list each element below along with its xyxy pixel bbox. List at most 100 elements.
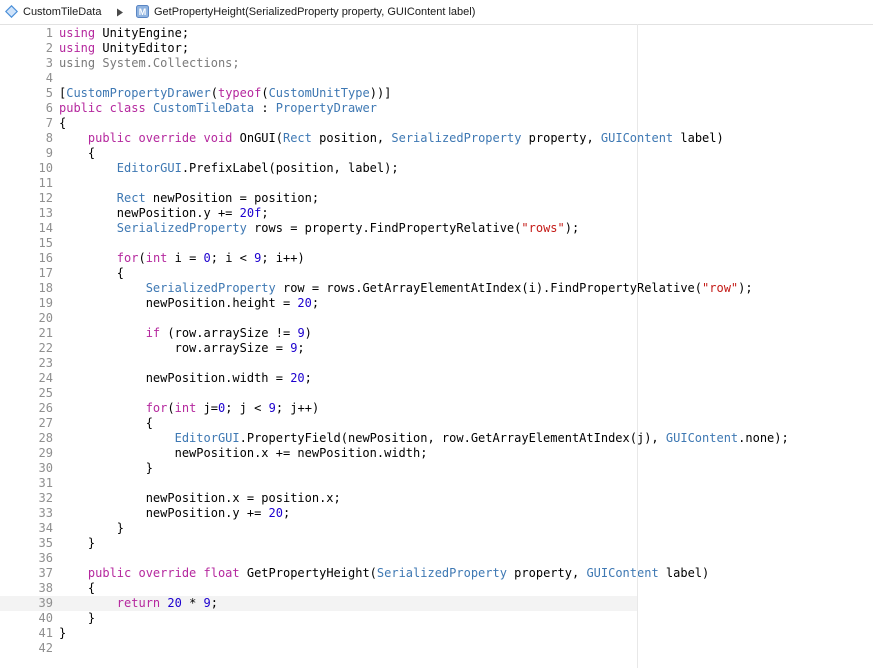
code-line[interactable]: 13 newPosition.y += 20f; xyxy=(0,206,873,221)
line-text: EditorGUI.PropertyField(newPosition, row… xyxy=(59,431,789,446)
line-number: 31 xyxy=(38,476,53,490)
line-number: 35 xyxy=(38,536,53,550)
code-line[interactable]: 25 xyxy=(0,386,873,401)
line-number: 12 xyxy=(38,191,53,205)
code-token: position, xyxy=(311,131,392,145)
code-line[interactable]: 20 xyxy=(0,311,873,326)
code-token: row.arraySize = xyxy=(59,341,291,355)
code-line[interactable]: 29 newPosition.x += newPosition.width; xyxy=(0,446,873,461)
code-line[interactable]: 10 EditorGUI.PrefixLabel(position, label… xyxy=(0,161,873,176)
line-text: } xyxy=(59,521,124,536)
code-token: "row" xyxy=(702,281,739,295)
breadcrumb-item-method[interactable]: GetPropertyHeight(SerializedProperty pro… xyxy=(154,6,475,18)
line-number: 38 xyxy=(38,581,53,595)
code-line[interactable]: 19 newPosition.height = 20; xyxy=(0,296,873,311)
csharp-file-icon xyxy=(4,4,19,19)
code-token: public class xyxy=(59,101,146,115)
code-line[interactable]: 15 xyxy=(0,236,873,251)
code-token: ); xyxy=(564,221,580,235)
code-line[interactable]: 34 } xyxy=(0,521,873,536)
code-line[interactable]: 24 newPosition.width = 20; xyxy=(0,371,873,386)
line-text: } xyxy=(59,626,66,641)
code-line[interactable]: 6 public class CustomTileData : PropertyD… xyxy=(0,101,873,116)
code-line[interactable]: 8 public override void OnGUI(Rect positi… xyxy=(0,131,873,146)
code-line[interactable]: 31 xyxy=(0,476,873,491)
code-line[interactable]: 42 xyxy=(0,641,873,656)
line-text: } xyxy=(59,461,153,476)
code-token: 20 xyxy=(268,506,283,520)
code-token: EditorGUI xyxy=(174,431,240,445)
code-line[interactable]: 41} xyxy=(0,626,873,641)
line-text: [CustomPropertyDrawer(typeof(CustomUnitT… xyxy=(59,86,391,101)
code-line[interactable]: 7{ xyxy=(0,116,873,131)
code-line[interactable]: 17 { xyxy=(0,266,873,281)
code-token: PropertyDrawer xyxy=(275,101,377,115)
code-line[interactable]: 14 SerializedProperty rows = property.Fi… xyxy=(0,221,873,236)
line-text: { xyxy=(59,146,95,161)
code-token: GUIContent xyxy=(586,566,659,580)
code-line[interactable]: 12 Rect newPosition = position; xyxy=(0,191,873,206)
code-token: using xyxy=(59,56,96,70)
line-text: Rect newPosition = position; xyxy=(59,191,319,206)
line-text: return 20 * 9; xyxy=(59,596,218,611)
code-token: 20 xyxy=(297,296,312,310)
code-line[interactable]: 35 } xyxy=(0,536,873,551)
code-token: newPosition.x += newPosition.width; xyxy=(59,446,428,460)
code-token: 20 xyxy=(167,596,182,610)
line-number: 27 xyxy=(38,416,53,430)
line-number: 28 xyxy=(38,431,53,445)
code-token: OnGUI( xyxy=(232,131,283,145)
line-text: } xyxy=(59,611,95,626)
line-number: 29 xyxy=(38,446,53,460)
code-line[interactable]: 32 newPosition.x = position.x; xyxy=(0,491,873,506)
code-line[interactable]: 30 } xyxy=(0,461,873,476)
code-line[interactable]: 38 { xyxy=(0,581,873,596)
code-line[interactable]: 27 { xyxy=(0,416,873,431)
code-line[interactable]: 1 using UnityEngine; xyxy=(0,26,873,41)
line-text: newPosition.x = position.x; xyxy=(59,491,341,506)
code-line[interactable]: 21 if (row.arraySize != 9) xyxy=(0,326,873,341)
code-line[interactable]: 5 [CustomPropertyDrawer(typeof(CustomUnit… xyxy=(0,86,873,101)
code-line[interactable]: 16 for(int i = 0; i < 9; i++) xyxy=(0,251,873,266)
code-line[interactable]: 23 xyxy=(0,356,873,371)
code-line[interactable]: 39 return 20 * 9; xyxy=(0,596,637,611)
code-token: label) xyxy=(673,131,724,145)
code-token: public override float xyxy=(87,566,240,580)
code-token: 0 xyxy=(203,251,211,265)
code-line[interactable]: 28 EditorGUI.PropertyField(newPosition, … xyxy=(0,431,873,446)
code-line[interactable]: 9 { xyxy=(0,146,873,161)
method-icon: M xyxy=(136,5,149,18)
code-line[interactable]: 40 } xyxy=(0,611,873,626)
code-line[interactable]: 4 xyxy=(0,71,873,86)
code-line[interactable]: 11 xyxy=(0,176,873,191)
code-line[interactable]: 33 newPosition.y += 20; xyxy=(0,506,873,521)
code-line[interactable]: 37 public override float GetPropertyHeig… xyxy=(0,566,873,581)
code-token: label) xyxy=(658,566,710,580)
line-text: row.arraySize = 9; xyxy=(59,341,305,356)
line-text: newPosition.height = 20; xyxy=(59,296,319,311)
breadcrumb-item-file[interactable]: CustomTileData xyxy=(23,6,101,18)
code-editor[interactable]: 1 using UnityEngine; 2 using UnityEditor; 3 u… xyxy=(0,24,873,668)
code-line[interactable]: 2 using UnityEditor; xyxy=(0,41,873,56)
line-text: } xyxy=(59,536,95,551)
code-token: ( xyxy=(261,86,269,100)
code-token: SerializedProperty xyxy=(391,131,522,145)
code-line[interactable]: 3 using System.Collections; xyxy=(0,56,873,71)
code-line[interactable]: 26 for(int j=0; j < 9; j++) xyxy=(0,401,873,416)
code-line[interactable]: 18 SerializedProperty row = rows.GetArra… xyxy=(0,281,873,296)
code-line[interactable]: 22 row.arraySize = 9; xyxy=(0,341,873,356)
code-token: ; j < xyxy=(225,401,269,415)
code-token: ( xyxy=(167,401,175,415)
code-token: property, xyxy=(506,566,587,580)
code-token: int xyxy=(174,401,197,415)
line-number: 3 xyxy=(45,56,53,70)
code-line[interactable]: 36 xyxy=(0,551,873,566)
code-token: { xyxy=(59,266,125,280)
